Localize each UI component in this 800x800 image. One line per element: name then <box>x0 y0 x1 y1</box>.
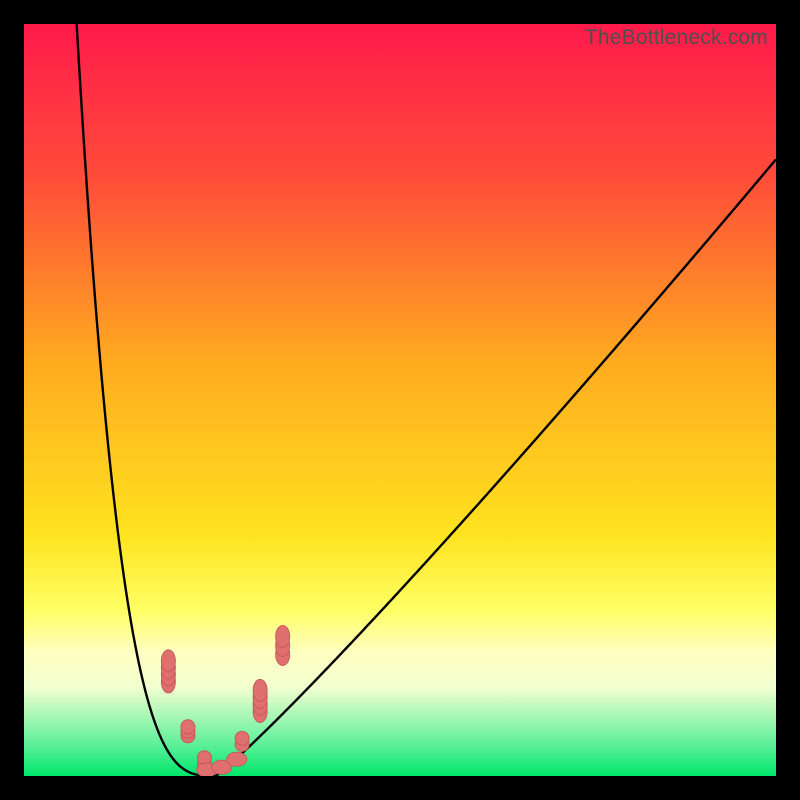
watermark-text: TheBottleneck.com <box>585 26 768 50</box>
data-marker <box>235 731 249 745</box>
data-marker <box>227 752 247 766</box>
data-marker <box>253 679 267 701</box>
data-marker <box>181 720 195 734</box>
data-marker <box>276 625 290 647</box>
bottleneck-chart <box>24 24 776 776</box>
data-marker <box>161 650 175 672</box>
chart-frame: TheBottleneck.com <box>24 24 776 776</box>
gradient-background <box>24 24 776 776</box>
